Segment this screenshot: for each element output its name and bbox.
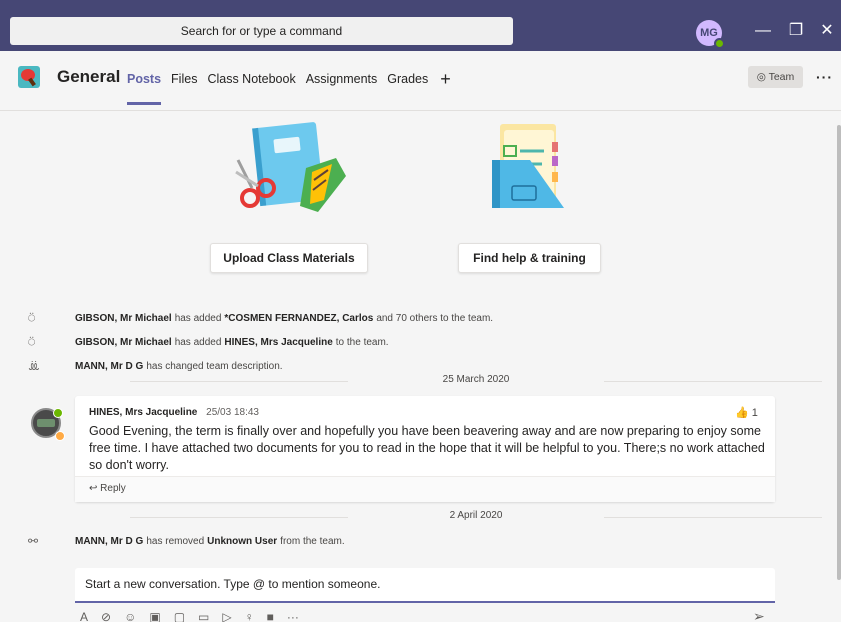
upload-class-materials-button[interactable]: Upload Class Materials [210, 243, 368, 273]
presence-available-icon [53, 408, 63, 418]
activity-item: ⍥ GIBSON, Mr Michael has added *COSMEN F… [28, 311, 493, 326]
emoji-icon[interactable]: ☺ [124, 610, 136, 622]
gif-icon[interactable]: ▣ [149, 610, 160, 622]
more-options-icon[interactable]: ··· [287, 610, 299, 622]
person-add-icon: ⍥ [28, 335, 36, 349]
author-avatar[interactable] [31, 408, 65, 441]
help-training-illustration [492, 124, 564, 208]
message-card[interactable]: HINES, Mrs Jacqueline 25/03 18:43 👍 1 Go… [75, 396, 775, 502]
tab-grades[interactable]: Grades [387, 72, 428, 86]
compose-toolbar: A ⊘ ☺ ▣ ▢ ▭ ▷ ♀ ■ ··· [80, 610, 299, 622]
person-add-icon: ⍥ [28, 311, 36, 325]
praise-icon[interactable]: ♀ [245, 610, 254, 622]
activity-actor: GIBSON, Mr Michael [75, 337, 172, 348]
activity-tail: from the team. [280, 535, 345, 547]
tab-posts[interactable]: Posts [127, 72, 162, 105]
reply-label: Reply [100, 483, 126, 494]
send-button[interactable]: ➢ [753, 608, 765, 622]
team-button[interactable]: ◎ Team [748, 66, 803, 88]
activity-text: has removed [146, 535, 205, 547]
minimize-button[interactable]: — [749, 17, 777, 45]
activity-actor: MANN, Mr D G [75, 361, 144, 372]
find-help-training-button[interactable]: Find help & training [458, 243, 601, 273]
date-separator: 2 April 2020 [130, 510, 822, 524]
scrollbar[interactable] [837, 125, 841, 580]
activity-actor: MANN, Mr D G [75, 535, 144, 547]
activity-item: ꔣ MANN, Mr D G has changed team descript… [28, 359, 283, 374]
like-reaction[interactable]: 👍 1 [735, 406, 758, 419]
activity-item: ⍥ GIBSON, Mr Michael has added HINES, Mr… [28, 335, 389, 350]
stream-icon[interactable]: ▷ [222, 610, 231, 622]
date-separator: 25 March 2020 [130, 374, 822, 388]
presence-available-icon [714, 38, 725, 49]
attach-icon[interactable]: ⊘ [101, 610, 111, 622]
tab-assignments[interactable]: Assignments [306, 72, 378, 86]
sticker-icon[interactable]: ▢ [174, 610, 185, 622]
class-materials-illustration [235, 122, 346, 212]
clock-icon [55, 431, 65, 441]
thumbs-up-icon: 👍 [735, 407, 749, 419]
activity-tail: to the team. [335, 337, 389, 348]
person-remove-icon: ⚯ [28, 534, 39, 548]
activity-text: has changed team description. [146, 361, 283, 372]
channel-header: General Posts Files Class Notebook Assig… [0, 51, 841, 111]
video-icon[interactable]: ■ [267, 610, 274, 622]
reply-button[interactable]: ↩︎ Reply [75, 476, 775, 502]
reply-icon: ↩︎ [89, 483, 98, 494]
activity-text: has added [174, 313, 222, 324]
tab-class-notebook[interactable]: Class Notebook [207, 72, 295, 86]
team-logo-icon [18, 66, 40, 88]
more-options-button[interactable]: ··· [816, 69, 833, 85]
close-button[interactable]: ✕ [813, 17, 841, 45]
title-bar: Search for or type a command MG — ❐ ✕ [0, 0, 841, 51]
message-author: HINES, Mrs Jacqueline [89, 407, 198, 418]
activity-text: has added [174, 337, 222, 348]
restore-button[interactable]: ❐ [782, 17, 810, 45]
user-initials: MG [700, 27, 718, 39]
activity-tail: and 70 others to the team. [376, 313, 494, 324]
channel-tabs: Posts Files Class Notebook Assignments G… [127, 70, 451, 105]
message-body: Good Evening, the term is finally over a… [89, 424, 765, 472]
message-header: HINES, Mrs Jacqueline 25/03 18:43 [89, 407, 259, 418]
activity-item: ⚯ MANN, Mr D G has removed Unknown User … [28, 534, 345, 548]
activity-target: Unknown User [207, 535, 278, 547]
user-avatar[interactable]: MG [696, 20, 725, 49]
activity-target: HINES, Mrs Jacqueline [224, 337, 333, 348]
meet-now-icon[interactable]: ▭ [198, 610, 209, 622]
format-icon[interactable]: A [80, 610, 88, 622]
activity-target: *COSMEN FERNANDEZ, Carlos [224, 313, 374, 324]
like-count: 1 [751, 407, 758, 419]
tab-files[interactable]: Files [171, 72, 197, 86]
people-icon: ꔣ [28, 359, 40, 373]
message-timestamp: 25/03 18:43 [206, 407, 259, 418]
activity-actor: GIBSON, Mr Michael [75, 313, 172, 324]
search-input[interactable]: Search for or type a command [10, 17, 513, 45]
compose-input[interactable]: Start a new conversation. Type @ to ment… [75, 568, 775, 603]
channel-title: General [57, 67, 121, 86]
add-tab-button[interactable]: + [440, 70, 451, 88]
